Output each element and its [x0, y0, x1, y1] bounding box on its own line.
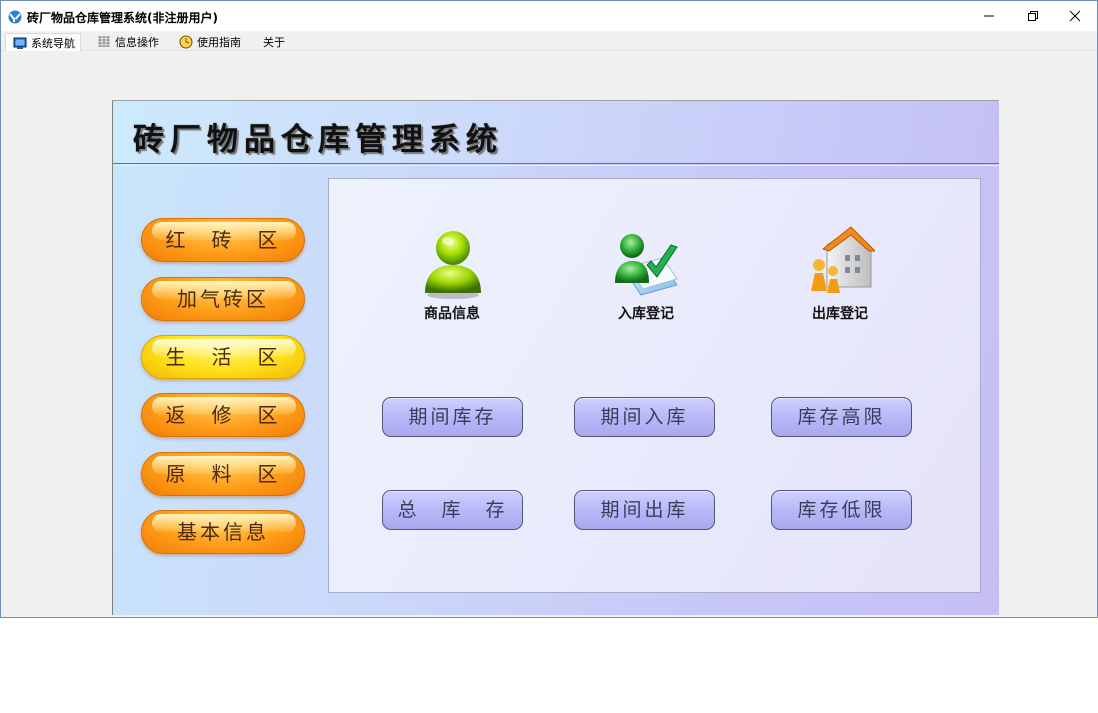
nav-button-label: 原 料 区: [165, 462, 281, 486]
menu-bar: 系统导航 信息操作 使用指南 关于: [1, 31, 1097, 51]
monitor-icon: [13, 37, 27, 49]
nav-button-raw-material[interactable]: 原 料 区: [141, 452, 305, 496]
header-band: 砖厂物品仓库管理系统: [113, 101, 999, 164]
tile-label: 出库登记: [812, 306, 868, 322]
restore-icon: [1028, 11, 1038, 21]
tile-label: 商品信息: [424, 306, 480, 322]
page-title: 砖厂物品仓库管理系统: [133, 122, 503, 158]
user-icon: [425, 231, 481, 299]
clock-icon: [179, 35, 193, 49]
nav-button-basic-info[interactable]: 基本信息: [141, 510, 305, 554]
tile-stock-in[interactable]: 入库登记: [591, 221, 701, 331]
report-button-period-stock[interactable]: 期间库存: [382, 397, 523, 437]
menu-item-label: 关于: [263, 36, 285, 49]
menu-item-info-ops[interactable]: 信息操作: [97, 33, 159, 51]
nav-button-red-brick[interactable]: 红 砖 区: [141, 218, 305, 262]
report-button-stock-low[interactable]: 库存低限: [771, 490, 912, 530]
menu-item-about[interactable]: 关于: [263, 33, 285, 51]
menu-item-label: 使用指南: [197, 36, 241, 49]
grid-icon: [98, 36, 110, 47]
nav-button-label: 红 砖 区: [165, 228, 281, 252]
report-button-stock-high[interactable]: 库存高限: [771, 397, 912, 437]
menu-item-label: 系统导航: [31, 36, 75, 50]
minimize-button[interactable]: [967, 1, 1011, 31]
nav-button-label: 生 活 区: [165, 345, 281, 369]
app-logo-icon: [8, 10, 22, 24]
window-title: 砖厂物品仓库管理系统(非注册用户): [27, 11, 218, 25]
function-panel: 商品信息 入库登记 出库登记 期间库存 期间入库 库存高限 总 库 存 期间出库…: [328, 178, 981, 593]
restore-button[interactable]: [1011, 1, 1055, 31]
close-icon: [1069, 10, 1081, 22]
nav-button-label: 返 修 区: [165, 403, 281, 427]
minimize-icon: [984, 15, 994, 17]
menu-item-system-nav[interactable]: 系统导航: [5, 33, 81, 51]
close-button[interactable]: [1053, 1, 1097, 31]
tile-product-info[interactable]: 商品信息: [397, 221, 507, 331]
check-in-icon: [615, 234, 678, 296]
nav-button-label: 基本信息: [177, 520, 269, 544]
nav-button-living[interactable]: 生 活 区: [141, 335, 305, 379]
report-button-total-stock[interactable]: 总 库 存: [382, 490, 523, 530]
menu-item-label: 信息操作: [115, 36, 159, 49]
house-exit-icon: [811, 226, 875, 293]
nav-button-repair[interactable]: 返 修 区: [141, 393, 305, 437]
tile-stock-out[interactable]: 出库登记: [785, 221, 895, 331]
tile-label: 入库登记: [618, 306, 674, 322]
main-panel: 砖厂物品仓库管理系统 红 砖 区 加气砖区 生 活 区 返 修 区 原 料 区 …: [112, 100, 999, 615]
report-button-period-out[interactable]: 期间出库: [574, 490, 715, 530]
nav-button-label: 加气砖区: [177, 287, 269, 311]
header-divider: [113, 165, 999, 166]
title-bar: 砖厂物品仓库管理系统(非注册用户): [1, 1, 1097, 31]
app-window: 砖厂物品仓库管理系统(非注册用户) 系统导航 信息操作 使用指南 关于 砖厂物品…: [0, 0, 1098, 618]
nav-button-aerated-brick[interactable]: 加气砖区: [141, 277, 305, 321]
report-button-period-in[interactable]: 期间入库: [574, 397, 715, 437]
menu-item-guide[interactable]: 使用指南: [179, 33, 241, 51]
